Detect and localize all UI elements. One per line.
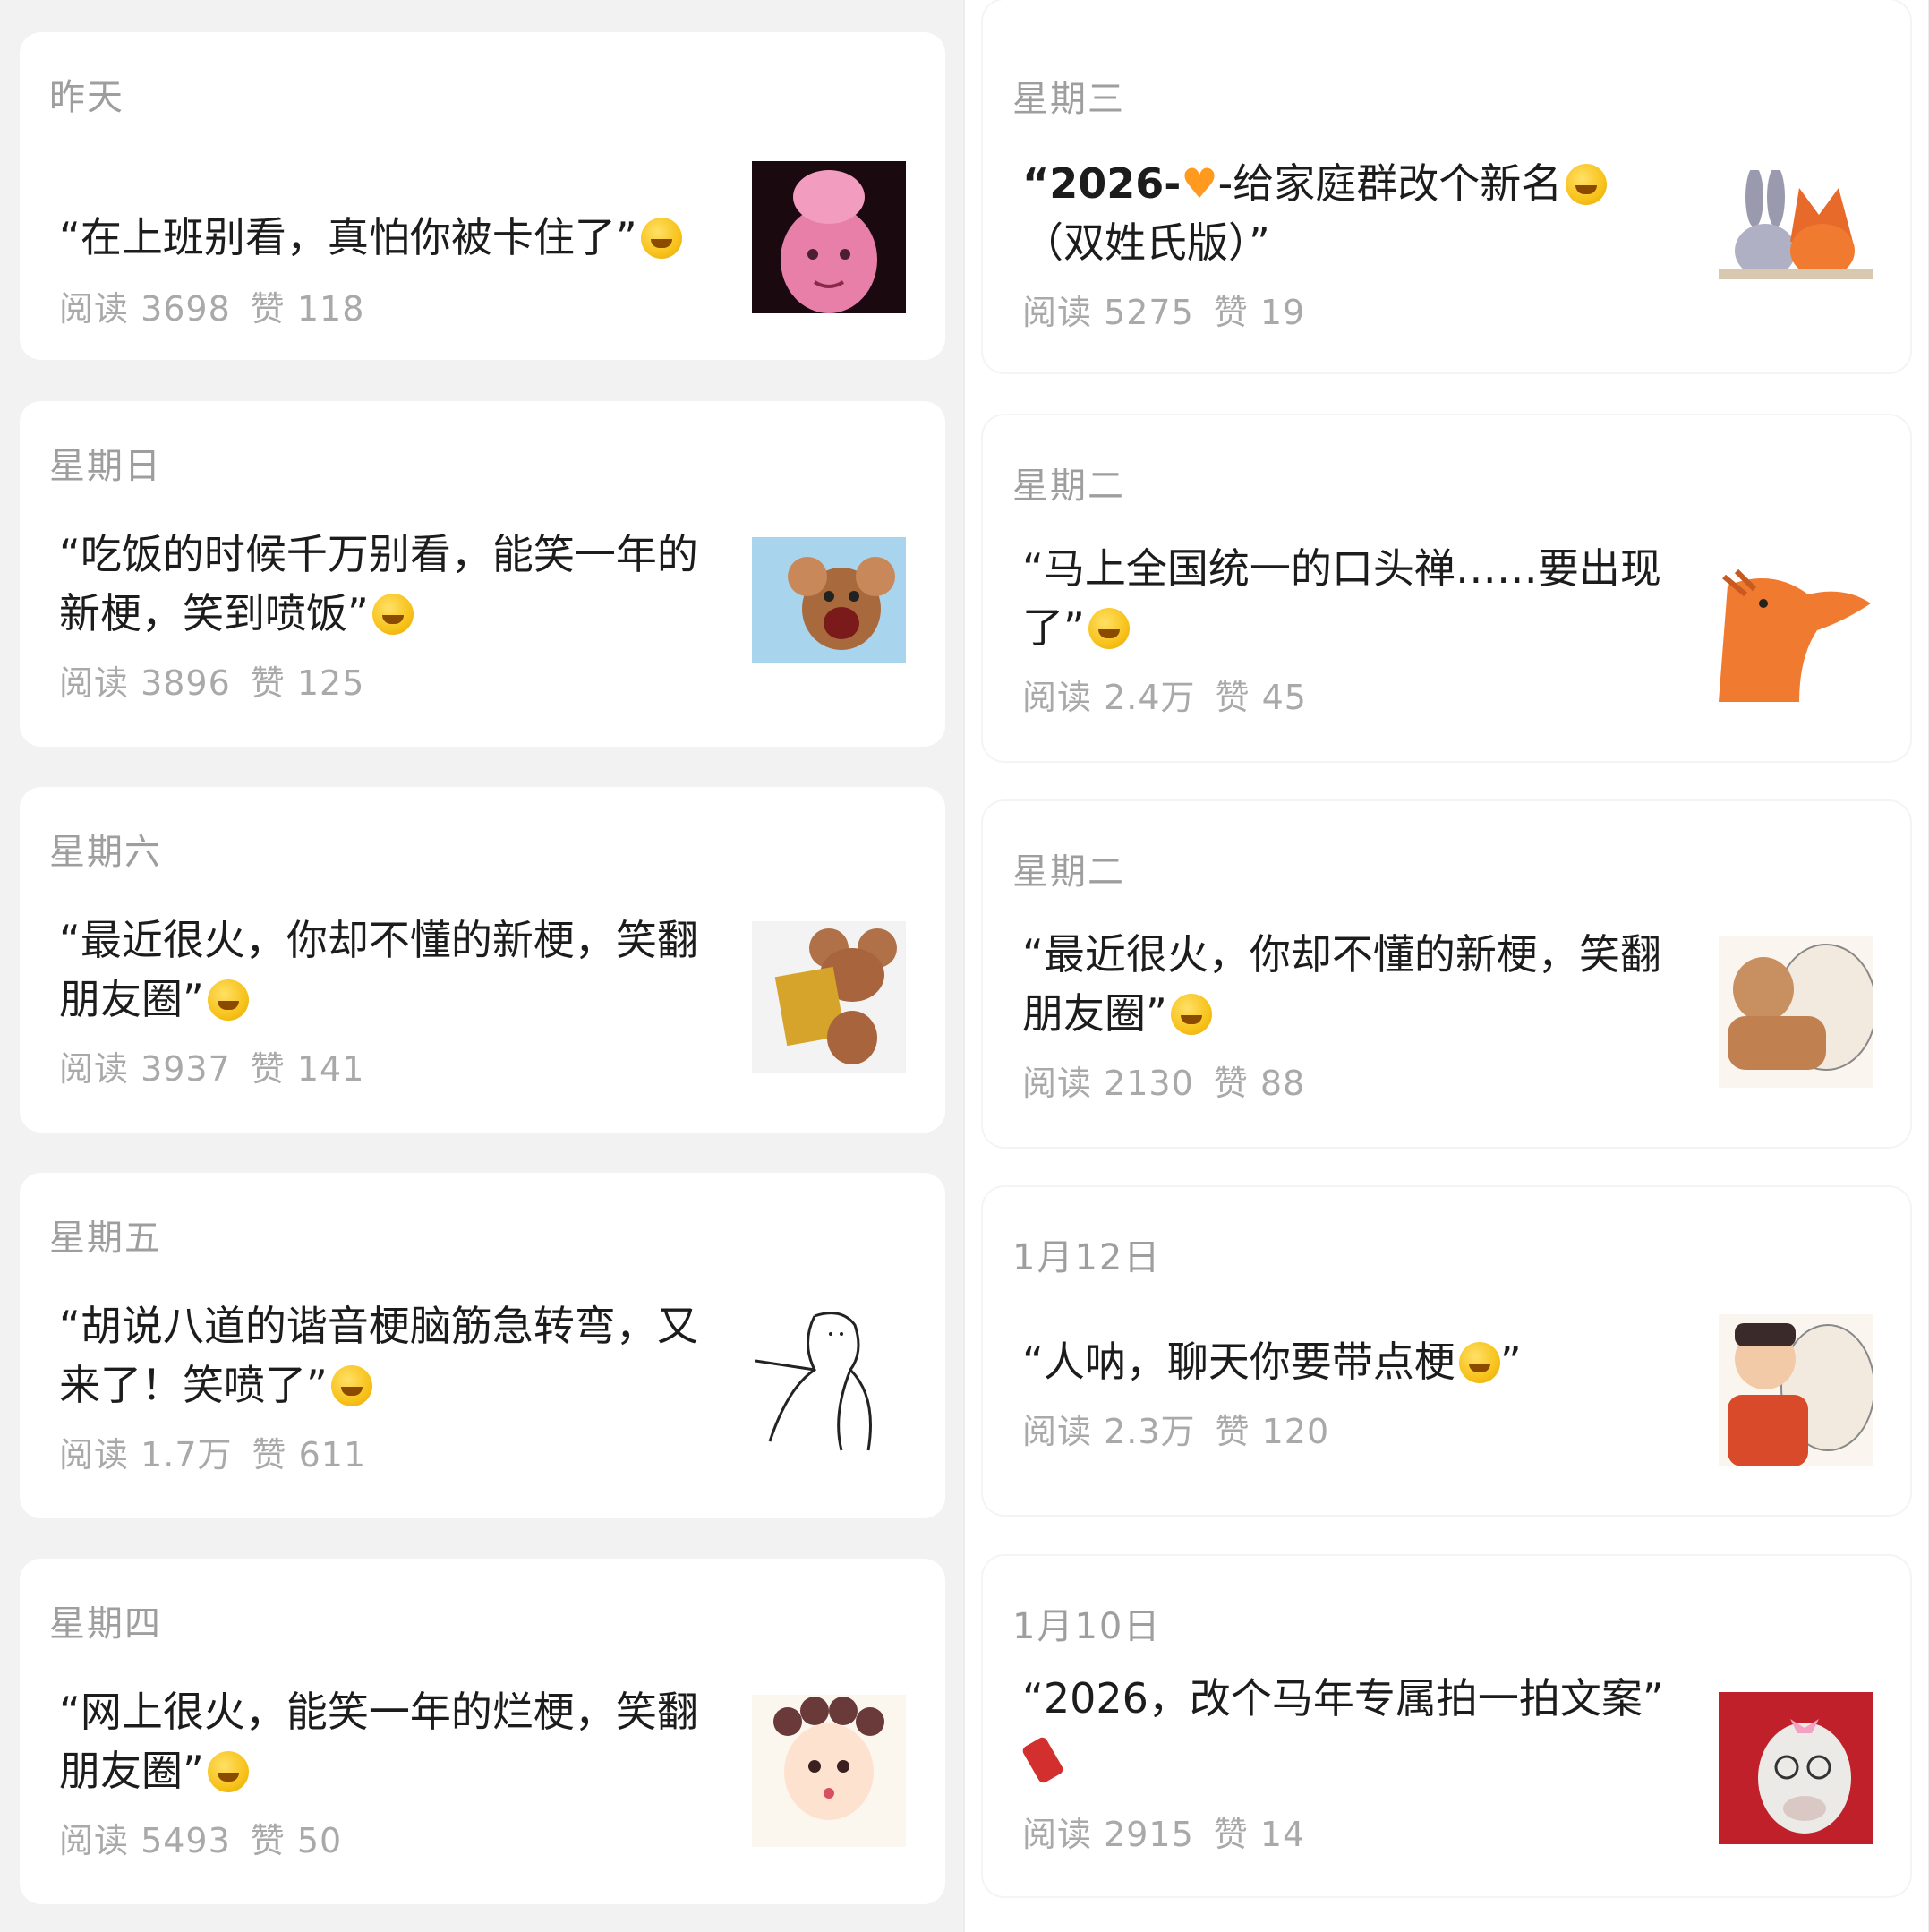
zany-face-icon: [1458, 1342, 1500, 1383]
read-count: 阅读 5493: [59, 1821, 231, 1860]
article-card[interactable]: 昨天 “在上班别看，真怕你被卡住了” 阅读 3698 赞 118: [20, 32, 945, 360]
like-count: 赞 14: [1213, 1815, 1306, 1854]
article-card[interactable]: 星期四 “网上很火，能笑一年的烂梗，笑翻朋友圈” 阅读 5493 赞 50: [20, 1559, 945, 1904]
article-stats: 阅读 3698 赞 118: [59, 281, 364, 330]
article-card[interactable]: 星期六 “最近很火，你却不懂的新梗，笑翻朋友圈” 阅读 3937 赞 141: [20, 787, 945, 1133]
girl-hair-rollers-thumbnail[interactable]: [752, 1695, 906, 1847]
article-stats: 阅读 5275 赞 19: [1022, 285, 1305, 334]
like-count: 赞 611: [252, 1435, 367, 1475]
read-count: 阅读 2.4万: [1022, 678, 1196, 717]
read-count: 阅读 3698: [59, 289, 231, 329]
read-count: 阅读 2.3万: [1022, 1412, 1196, 1451]
like-count: 赞 120: [1215, 1412, 1330, 1451]
orange-heart-icon: ♥: [1181, 159, 1218, 208]
article-card[interactable]: 星期日 “吃饭的时候千万别看，能笑一年的新梗，笑到喷饭” 阅读 3896 赞 12…: [20, 401, 945, 747]
article-title[interactable]: “胡说八道的谐音梗脑筋急转弯，又来了！笑喷了”: [59, 1296, 721, 1415]
article-title[interactable]: “人呐，聊天你要带点梗”: [1022, 1332, 1685, 1391]
read-count: 阅读 3896: [59, 663, 231, 703]
zootopia-rabbit-fox-thumbnail[interactable]: [1719, 170, 1873, 322]
article-title[interactable]: “在上班别看，真怕你被卡住了”: [59, 208, 721, 267]
rolling-on-floor-laughing-icon: [1170, 994, 1212, 1035]
article-stats: 阅读 2.4万赞 45: [1022, 670, 1307, 719]
rolling-on-floor-laughing-icon: [371, 594, 414, 635]
article-card[interactable]: 1月12日 “人呐，聊天你要带点梗” 阅读 2.3万赞 120: [983, 1187, 1910, 1515]
pink-monkey-king-thumbnail[interactable]: [752, 161, 906, 313]
article-date: 星期日: [49, 446, 162, 487]
article-date: 星期六: [49, 832, 162, 873]
read-count: 阅读 1.7万: [59, 1435, 233, 1475]
zany-face-icon: [1566, 164, 1608, 205]
article-title[interactable]: “马上全国统一的口头禅……要出现了”: [1022, 539, 1685, 657]
jerry-mouse-laughing-thumbnail[interactable]: [752, 537, 906, 689]
read-count: 阅读 5275: [1022, 293, 1194, 332]
article-title[interactable]: “2026，改个马年专属拍一拍文案”: [1020, 1669, 1685, 1787]
read-count: 阅读 2130: [1022, 1064, 1194, 1103]
jerry-mouse-reading-book-thumbnail[interactable]: [752, 921, 906, 1073]
cartoon-horse-thumbnail[interactable]: [1719, 550, 1873, 702]
article-card[interactable]: 星期二 “最近很火，你却不懂的新梗，笑翻朋友圈” 阅读 2130 赞 88: [983, 801, 1910, 1147]
article-title[interactable]: “吃饭的时候千万别看，能笑一年的新梗，笑到喷饭”: [59, 525, 721, 643]
article-title[interactable]: “最近很火，你却不懂的新梗，笑翻朋友圈”: [59, 910, 721, 1029]
firecracker-icon: [1020, 1735, 1065, 1785]
article-card[interactable]: 星期三 “2026-♥-给家庭群改个新名 （双姓氏版）” 阅读 5275 赞 19: [983, 0, 1910, 372]
right-column: 星期三 “2026-♥-给家庭群改个新名 （双姓氏版）” 阅读 5275 赞 19 …: [965, 0, 1928, 1932]
article-stats: 阅读 1.7万赞 611: [59, 1427, 366, 1476]
article-date: 星期三: [1012, 79, 1125, 120]
rolling-on-floor-laughing-icon: [1088, 608, 1130, 649]
article-stats: 阅读 2.3万赞 120: [1022, 1404, 1329, 1453]
like-count: 赞 88: [1213, 1064, 1306, 1103]
article-date: 星期二: [1012, 851, 1125, 893]
doodle-figure-thumbnail[interactable]: [752, 1307, 906, 1459]
article-card[interactable]: 星期五 “胡说八道的谐音梗脑筋急转弯，又来了！笑喷了” 阅读 1.7万赞 611: [20, 1173, 945, 1518]
read-count: 阅读 3937: [59, 1049, 231, 1089]
rolling-on-floor-laughing-icon: [640, 218, 682, 259]
article-date: 星期四: [49, 1603, 162, 1645]
like-count: 赞 50: [250, 1821, 343, 1860]
like-count: 赞 141: [250, 1049, 365, 1089]
article-stats: 阅读 2915 赞 14: [1022, 1807, 1305, 1856]
article-stats: 阅读 3896 赞 125: [59, 655, 364, 705]
article-title[interactable]: “网上很火，能笑一年的烂梗，笑翻朋友圈”: [59, 1682, 721, 1800]
read-count: 阅读 2915: [1022, 1815, 1194, 1854]
article-date: 1月12日: [1012, 1237, 1162, 1278]
article-date: 星期五: [49, 1218, 162, 1259]
like-count: 赞 45: [1215, 678, 1307, 717]
like-count: 赞 125: [250, 663, 365, 703]
article-title[interactable]: “2026-♥-给家庭群改个新名 （双姓氏版）”: [1022, 154, 1685, 272]
article-card[interactable]: 1月10日 “2026，改个马年专属拍一拍文案” 阅读 2915 赞 14: [983, 1556, 1910, 1896]
like-count: 赞 118: [250, 289, 365, 329]
article-stats: 阅读 2130 赞 88: [1022, 1056, 1305, 1105]
article-stats: 阅读 5493 赞 50: [59, 1813, 342, 1862]
article-stats: 阅读 3937 赞 141: [59, 1041, 364, 1090]
empress-hugging-pig-thumbnail[interactable]: [1719, 1314, 1873, 1466]
article-date: 星期二: [1012, 466, 1125, 507]
rolling-on-floor-laughing-icon: [207, 979, 249, 1021]
rolling-on-floor-laughing-icon: [207, 1751, 249, 1792]
zany-face-icon: [330, 1365, 372, 1406]
left-column: 昨天 “在上班别看，真怕你被卡住了” 阅读 3698 赞 118 星期日 “吃饭的…: [0, 0, 963, 1932]
man-hugging-pig-thumbnail[interactable]: [1719, 936, 1873, 1088]
like-count: 赞 19: [1213, 293, 1306, 332]
white-horse-pink-bow-thumbnail[interactable]: [1719, 1692, 1873, 1844]
article-title[interactable]: “最近很火，你却不懂的新梗，笑翻朋友圈”: [1022, 925, 1685, 1043]
article-date: 1月10日: [1012, 1606, 1162, 1647]
article-date: 昨天: [49, 77, 124, 118]
article-card[interactable]: 星期二 “马上全国统一的口头禅……要出现了” 阅读 2.4万赞 45: [983, 415, 1910, 761]
